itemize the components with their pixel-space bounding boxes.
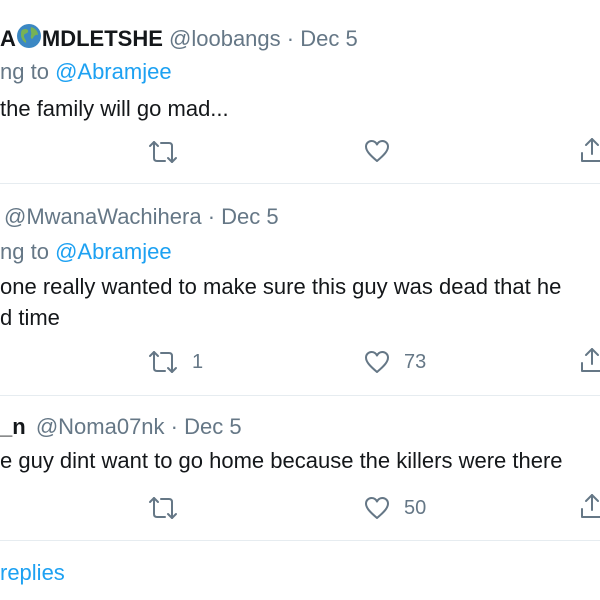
tweet-1-share-button[interactable] — [578, 136, 600, 164]
tweet-1-like-button[interactable] — [364, 139, 390, 163]
tweet-1-display-name-start[interactable]: A — [0, 26, 16, 51]
tweet-2-replying-prefix: ng to — [0, 239, 49, 264]
tweet-2-text-line-2: d time — [0, 305, 60, 330]
retweet-icon — [149, 141, 177, 163]
retweet-icon — [149, 497, 177, 519]
share-icon — [581, 348, 600, 372]
tweet-3-text-line-1: e guy dint want to go home because the k… — [0, 448, 563, 473]
tweet-2-retweet-count: 1 — [192, 350, 204, 373]
like-icon — [365, 140, 389, 162]
retweet-icon — [149, 351, 177, 373]
tweet-3-header: _n @Noma07nk · Dec 5 — [0, 413, 242, 441]
tweet-1-display-name-end[interactable]: MDLETSHE — [42, 26, 163, 51]
tweet-1-replying-to: ng to @Abramjee — [0, 58, 172, 86]
tweet-3-separator: · — [170, 414, 178, 439]
tweet-3-share-button[interactable] — [578, 492, 600, 520]
tweet-divider — [0, 540, 600, 541]
tweet-2-replying-to: ng to @Abramjee — [0, 238, 172, 266]
tweet-3-like-count: 50 — [404, 496, 427, 519]
tweet-3-retweet-button[interactable] — [148, 495, 178, 521]
tweet-1-text-line-1: the family will go mad... — [0, 96, 229, 121]
tweet-1-retweet-button[interactable] — [148, 139, 178, 165]
tweet-divider — [0, 395, 600, 396]
share-icon — [581, 494, 600, 518]
tweet-3-date[interactable]: Dec 5 — [184, 414, 241, 439]
tweet-3-handle[interactable]: @Noma07nk — [36, 414, 165, 439]
tweet-3-like-button[interactable]: 50 — [364, 496, 426, 520]
tweet-2-retweet-button[interactable]: 1 — [148, 349, 203, 375]
like-icon — [365, 351, 389, 373]
tweet-divider — [0, 183, 600, 184]
tweet-1-replying-prefix: ng to — [0, 59, 49, 84]
tweet-2-header: @MwanaWachihera · Dec 5 — [0, 203, 279, 231]
tweet-2-share-button[interactable] — [578, 346, 600, 374]
share-icon — [581, 138, 600, 162]
tweet-2-replying-handle[interactable]: @Abramjee — [55, 239, 172, 264]
tweet-1-replying-handle[interactable]: @Abramjee — [55, 59, 172, 84]
tweet-1-handle[interactable]: @loobangs — [169, 26, 281, 51]
tweet-1-date[interactable]: Dec 5 — [300, 26, 357, 51]
tweet-2-like-button[interactable]: 73 — [364, 350, 426, 374]
tweet-3-display-name[interactable]: _n — [0, 414, 26, 439]
tweet-2-like-count: 73 — [404, 350, 427, 373]
globe-icon — [16, 23, 42, 56]
tweet-2-date[interactable]: Dec 5 — [221, 204, 278, 229]
tweet-1-separator: · — [286, 26, 295, 51]
like-icon — [365, 497, 389, 519]
tweet-2-handle[interactable]: @MwanaWachihera — [4, 204, 202, 229]
tweet-2-separator: · — [207, 204, 216, 229]
show-replies-link[interactable]: replies — [0, 560, 65, 586]
tweet-1-header: A MDLETSHE @loobangs · Dec 5 — [0, 23, 358, 56]
tweet-2-text-line-1: one really wanted to make sure this guy … — [0, 274, 562, 299]
